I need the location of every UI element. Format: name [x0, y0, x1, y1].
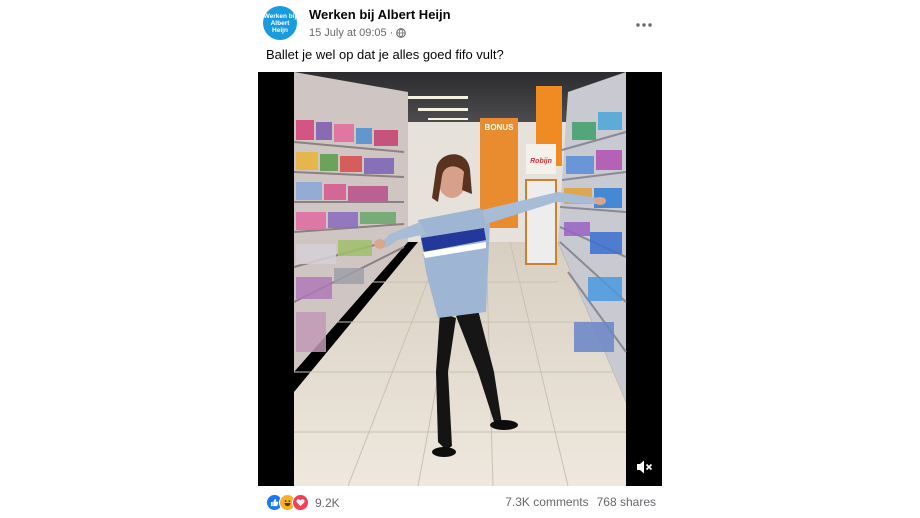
avatar-text-line2: Albert Heijn [270, 19, 290, 34]
post-header: Werken bij Albert Heijn Werken bij Alber… [263, 6, 658, 42]
post-timestamp[interactable]: 15 July at 09:05 [309, 27, 387, 39]
page-avatar[interactable]: Werken bij Albert Heijn [263, 6, 297, 40]
speaker-muted-icon[interactable] [632, 456, 656, 478]
shares-count-link[interactable]: 768 shares [597, 495, 656, 509]
facebook-post: Werken bij Albert Heijn Werken bij Alber… [258, 0, 662, 518]
video-player[interactable]: BONUS Robijn [258, 72, 662, 486]
bonus-sign: BONUS [485, 123, 515, 132]
reaction-count[interactable]: 9.2K [315, 496, 340, 510]
avatar-text-line1: Werken bij [263, 12, 297, 20]
globe-icon[interactable] [396, 28, 407, 38]
love-icon [292, 494, 309, 511]
robijn-sign: Robijn [530, 158, 552, 165]
video-frame: BONUS Robijn [258, 72, 662, 486]
post-caption: Ballet je wel op dat je alles goed fifo … [266, 47, 504, 62]
page-name-link[interactable]: Werken bij Albert Heijn [309, 7, 451, 22]
comments-count-link[interactable]: 7.3K comments [505, 495, 588, 509]
post-meta: 15 July at 09:05 · [309, 27, 407, 39]
more-options-icon[interactable] [633, 14, 655, 36]
engagement-stats: 7.3K comments 768 shares [505, 495, 656, 509]
reactions-summary[interactable]: 9.2K [266, 494, 340, 511]
post-footer: 9.2K 7.3K comments 768 shares [266, 494, 656, 512]
